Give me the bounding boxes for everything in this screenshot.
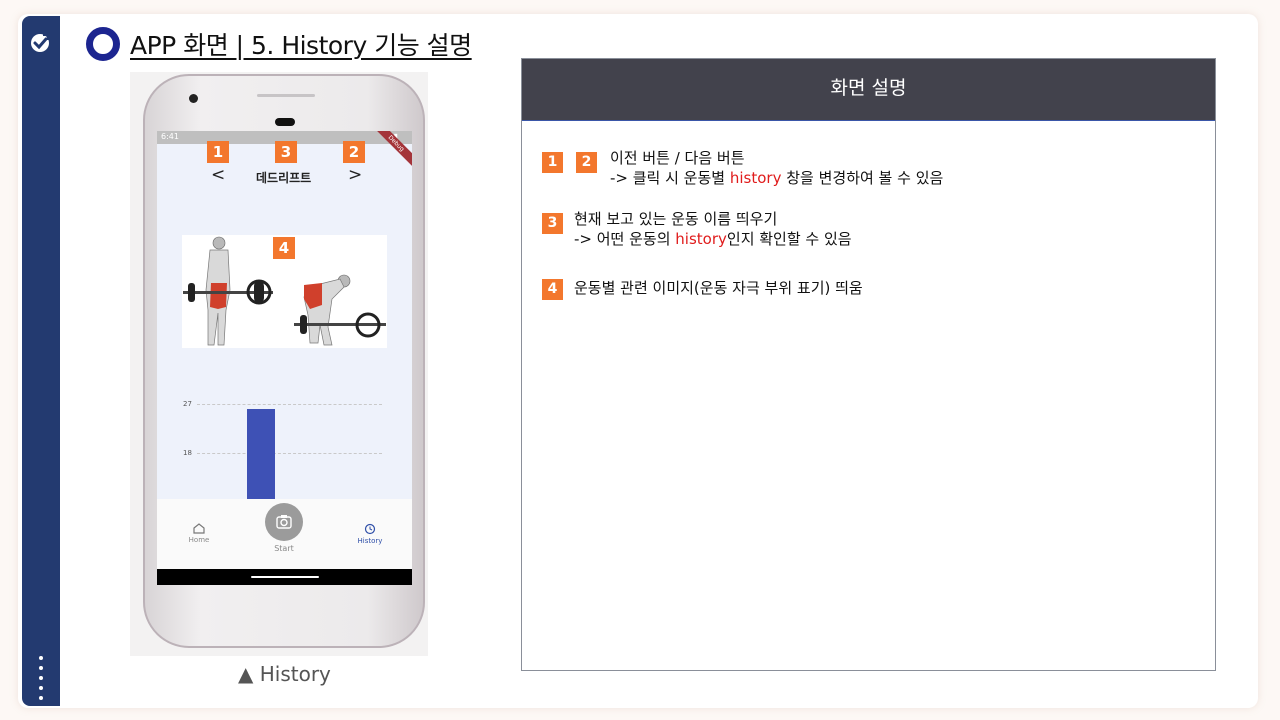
phone-camera [189,94,198,103]
nav-home[interactable]: Home [187,523,211,544]
highlight-history: history [729,169,782,187]
tick-label-27: 27 [183,400,192,408]
gridline-18 [197,453,382,454]
menu-dots-icon[interactable] [38,656,44,706]
home-icon [193,523,205,534]
status-time: 6:41 [161,132,179,141]
nav-history-label: History [357,537,383,545]
item-3-line-1: 운동별 관련 이미지(운동 자극 부위 표기) 띄움 [574,279,863,297]
badge-2: 2 [343,141,365,163]
panel-badge-1: 1 [542,152,563,173]
description-panel: 화면 설명 1 2 이전 버튼 / 다음 버튼 -> 클릭 시 운동별 hist… [521,58,1216,671]
phone-sensor [275,118,295,126]
phone-screen: 6:41 ▼ ▮ Debug 1 3 2 < 데드리프트 > 4 27 [157,131,412,585]
item-1-line-2: -> 클릭 시 운동별 history 창을 변경하여 볼 수 있음 [610,169,944,187]
panel-badge-2: 2 [576,152,597,173]
camera-icon [276,515,292,529]
gridline-27 [197,404,382,405]
start-button[interactable] [265,503,303,541]
sidebar [22,16,60,706]
bottom-nav: Home Start History [157,499,412,569]
panel-badge-4: 4 [542,279,563,300]
gesture-bar [157,569,412,585]
start-label: Start [274,544,294,553]
panel-header: 화면 설명 [522,59,1215,121]
badge-4: 4 [273,237,295,259]
prev-button[interactable]: < [211,165,225,185]
highlight-history: history [675,230,727,248]
tick-label-18: 18 [183,449,192,457]
phone-speaker [257,94,315,97]
panel-badge-3: 3 [542,213,563,234]
history-chart: 27 18 [157,391,412,501]
item-2-line-1: 현재 보고 있는 운동 이름 띄우기 [574,210,778,228]
item-2-line-2: -> 어떤 운동의 history인지 확인할 수 있음 [574,230,852,248]
chart-bar [247,409,275,501]
history-icon [364,523,376,535]
circle-ring-icon [86,27,120,61]
badge-1: 1 [207,141,229,163]
badge-3: 3 [275,141,297,163]
phone-caption: ▲ History [238,662,331,686]
nav-home-label: Home [188,536,210,544]
exercise-name: 데드리프트 [256,171,312,185]
item-1-line-1: 이전 버튼 / 다음 버튼 [610,149,745,167]
checkmark-icon [31,34,49,52]
nav-history[interactable]: History [353,523,387,545]
next-button[interactable]: > [348,165,362,185]
page-title: APP 화면 | 5. History 기능 설명 [130,31,472,60]
